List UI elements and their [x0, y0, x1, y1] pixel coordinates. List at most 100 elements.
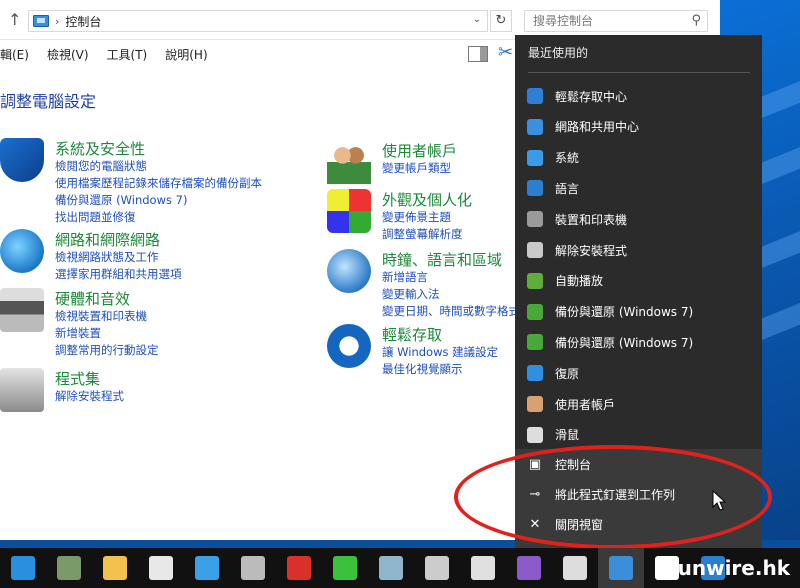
category-title[interactable]: 系統及安全性: [55, 138, 145, 159]
category-title[interactable]: 外觀及個人化: [382, 189, 472, 210]
scissors-icon[interactable]: ✂: [498, 42, 513, 63]
category-link[interactable]: 變更輸入法: [382, 286, 520, 303]
category-link[interactable]: 讓 Windows 建議設定: [382, 344, 498, 361]
media-icon: [241, 556, 265, 580]
category-link[interactable]: 變更佈景主題: [382, 209, 463, 226]
uninstall-icon: [527, 242, 543, 258]
jump-list-item[interactable]: 語言: [515, 173, 762, 203]
shield-icon: [0, 138, 44, 182]
taskbar-button[interactable]: [368, 548, 414, 588]
mouse-icon: [527, 426, 543, 443]
taskbar-button[interactable]: [46, 548, 92, 588]
breadcrumb[interactable]: 控制台: [65, 13, 101, 30]
action-label: 將此程式釘選到工作列: [555, 487, 676, 502]
user-accounts-icon: [527, 396, 543, 412]
language-icon: [527, 180, 543, 197]
taskbar-button[interactable]: [276, 548, 322, 588]
action-icon: ▣: [528, 456, 542, 472]
taskbar-button[interactable]: [506, 548, 552, 588]
jump-list-item[interactable]: 解除安裝程式: [515, 235, 762, 265]
palette-icon: [327, 189, 371, 233]
jump-list-item[interactable]: 備份與還原 (Windows 7): [515, 327, 762, 357]
autoplay-icon: [527, 272, 543, 289]
category-link[interactable]: 檢視網路狀態及工作: [55, 249, 182, 266]
page-title: 調整電腦設定: [0, 92, 97, 111]
jump-list-item[interactable]: 網路和共用中心: [515, 112, 762, 142]
users-icon: [327, 140, 371, 184]
jump-list-item-label: 網路和共用中心: [555, 120, 640, 135]
category-link[interactable]: 最佳化視覺顯示: [382, 361, 498, 378]
taskbar-button[interactable]: [92, 548, 138, 588]
category-link[interactable]: 變更日期、時間或數字格式: [382, 303, 520, 320]
category-title[interactable]: 程式集: [55, 368, 100, 389]
category-link[interactable]: 解除安裝程式: [55, 388, 124, 405]
close-window-button[interactable]: ✕ 關閉視窗: [515, 509, 762, 539]
category-link[interactable]: 找出問題並修復: [55, 209, 262, 226]
menu-view[interactable]: 檢視(V): [47, 46, 89, 63]
taskbar-button[interactable]: [230, 548, 276, 588]
jump-list-item-label: 裝置和印表機: [555, 212, 628, 227]
category-title[interactable]: 網路和網際網路: [55, 229, 160, 250]
jump-list-item[interactable]: 使用者帳戶: [515, 389, 762, 419]
taskbar-button[interactable]: [138, 548, 184, 588]
menu-tools[interactable]: 工具(T): [107, 46, 148, 63]
category-title[interactable]: 時鐘、語言和區域: [382, 249, 502, 270]
up-arrow-icon[interactable]: ↑: [8, 10, 21, 29]
backup-icon: [527, 334, 543, 351]
taskbar-button[interactable]: [598, 548, 644, 588]
taskbar-button[interactable]: [552, 548, 598, 588]
preview-pane-icon[interactable]: [468, 46, 488, 62]
category-link[interactable]: 調整螢幕解析度: [382, 226, 463, 243]
taskbar-button[interactable]: [414, 548, 460, 588]
taskbar-button[interactable]: [322, 548, 368, 588]
jump-list-item[interactable]: 裝置和印表機: [515, 204, 762, 234]
jump-list-header: 最近使用的: [528, 46, 589, 60]
category-link[interactable]: 備份與還原 (Windows 7): [55, 192, 262, 209]
jump-list-item[interactable]: 系統: [515, 143, 762, 173]
jump-list-action-control-panel[interactable]: ▣ 控制台: [515, 449, 762, 479]
jump-list-item-label: 輕鬆存取中心: [555, 89, 628, 104]
system-icon: [527, 149, 543, 166]
jump-list-item-label: 自動播放: [555, 274, 604, 289]
action-icon: ⊸: [529, 486, 541, 502]
action-icon: ✕: [529, 516, 541, 532]
category-title[interactable]: 使用者帳戶: [382, 140, 457, 161]
category-link[interactable]: 檢視裝置和印表機: [55, 308, 159, 325]
category-link[interactable]: 新增語言: [382, 269, 520, 286]
monitor-icon: [195, 556, 219, 580]
taskbar-button[interactable]: [460, 548, 506, 588]
search-input[interactable]: 搜尋控制台 ⚲: [524, 10, 708, 32]
menu-bar: 編輯(E) 檢視(V) 工具(T) 說明(H): [0, 42, 520, 66]
backup-icon: [527, 303, 543, 320]
jump-list-item[interactable]: 滑鼠: [515, 420, 762, 450]
programs-icon: [0, 368, 44, 412]
taskbar-button[interactable]: [184, 548, 230, 588]
jump-list-item[interactable]: 輕鬆存取中心: [515, 81, 762, 111]
category-link[interactable]: 選擇家用群組和共用選項: [55, 266, 182, 283]
jump-list-item[interactable]: 自動播放: [515, 266, 762, 296]
taskbar-button[interactable]: [0, 548, 46, 588]
category-link[interactable]: 使用檔案歷程記錄來儲存檔案的備份副本: [55, 175, 262, 192]
search-icon: ⚲: [691, 13, 701, 28]
category-title[interactable]: 輕鬆存取: [382, 324, 442, 345]
category-title[interactable]: 硬體和音效: [55, 288, 130, 309]
category-link[interactable]: 變更帳戶類型: [382, 160, 451, 177]
jump-list-item[interactable]: 備份與還原 (Windows 7): [515, 297, 762, 327]
chevron-right-icon: ›: [55, 14, 60, 28]
ease-of-access-icon: [527, 88, 543, 104]
category-link[interactable]: 調整常用的行動設定: [55, 342, 159, 359]
watermark: unwire.hk: [677, 556, 790, 580]
menu-edit[interactable]: 編輯(E): [0, 46, 29, 63]
jump-list-item-label: 備份與還原 (Windows 7): [555, 335, 694, 350]
control-panel-icon: [609, 556, 633, 580]
refresh-button[interactable]: ↻: [490, 10, 512, 32]
address-bar[interactable]: › 控制台 ⌄: [28, 10, 488, 32]
chevron-down-icon[interactable]: ⌄: [473, 14, 481, 25]
address-row: ↑ › 控制台 ⌄ ↻ 搜尋控制台 ⚲: [0, 0, 720, 40]
printer-icon: [527, 211, 543, 228]
jump-list-item[interactable]: 復原: [515, 358, 762, 388]
menu-help[interactable]: 說明(H): [165, 46, 207, 63]
category-link[interactable]: 新增裝置: [55, 325, 159, 342]
category-link[interactable]: 檢閱您的電腦狀態: [55, 158, 262, 175]
pen-icon: [425, 556, 449, 580]
